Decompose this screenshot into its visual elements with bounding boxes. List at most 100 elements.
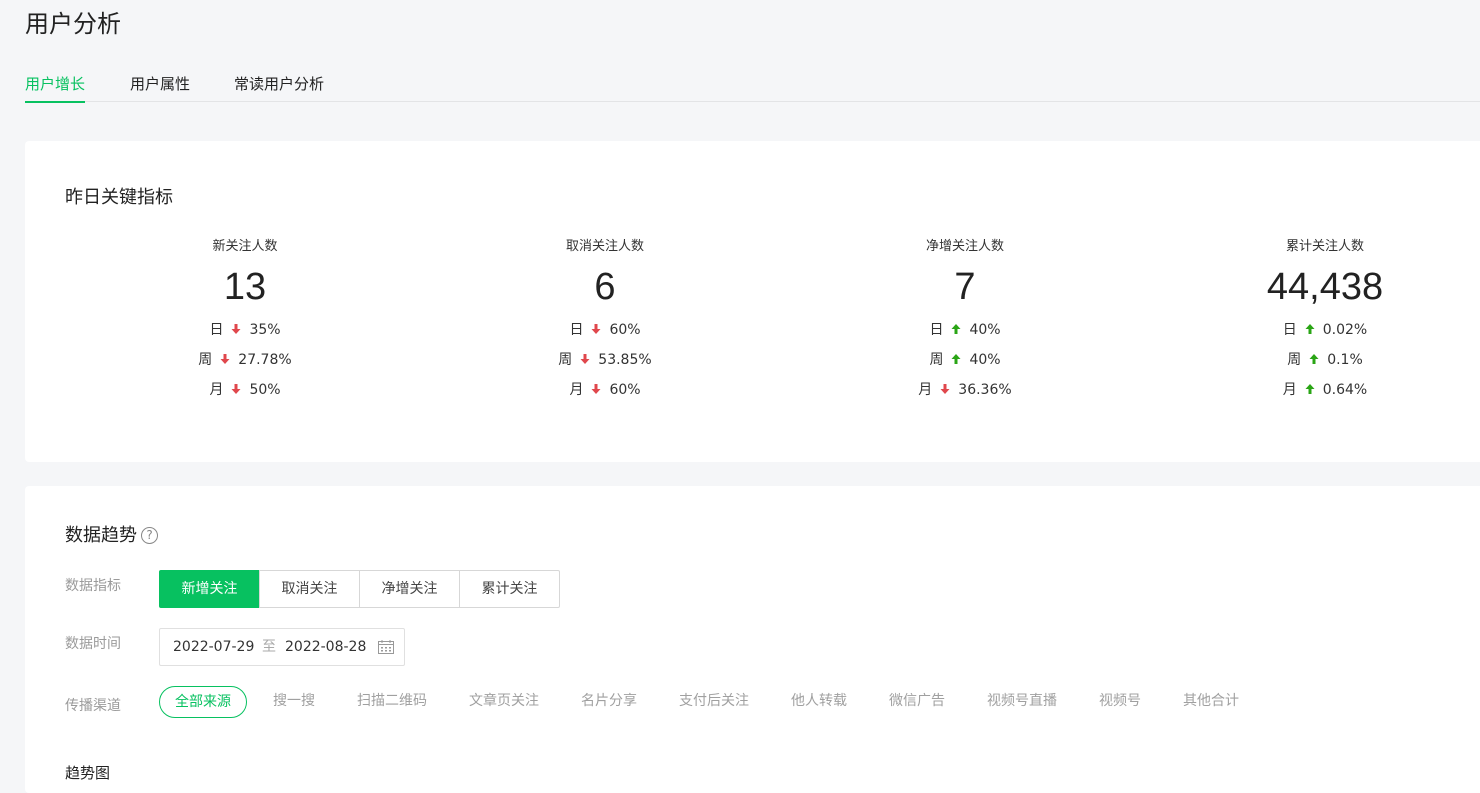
kpi-changes: 日 60% 周 53.85% 月 60% — [455, 315, 755, 405]
data-trend-title: 数据趋势? — [65, 523, 158, 549]
period-label: 周 — [1287, 352, 1302, 368]
arrow-down-icon — [231, 324, 241, 334]
change-value: 27.78% — [238, 352, 292, 368]
help-icon[interactable]: ? — [141, 527, 158, 544]
arrow-up-icon — [1309, 354, 1319, 364]
arrow-up-icon — [1305, 324, 1315, 334]
tab-frequent-readers[interactable]: 常读用户分析 — [234, 72, 324, 102]
metric-option-unfollow[interactable]: 取消关注 — [259, 570, 360, 608]
kpi-change-week: 周 0.1% — [1175, 345, 1475, 375]
change-value: 40% — [969, 322, 1001, 338]
channel-others-total[interactable]: 其他合计 — [1183, 686, 1239, 718]
key-metrics-title: 昨日关键指标 — [65, 187, 173, 208]
change-value: 0.02% — [1322, 322, 1368, 338]
kpi-value: 7 — [954, 266, 976, 308]
user-analysis-page: 用户分析 用户增长 用户属性 常读用户分析 昨日关键指标 新关注人数 13 日 35%… — [0, 0, 1480, 793]
metric-option-total-follow[interactable]: 累计关注 — [459, 570, 560, 608]
channel-wechat-ads[interactable]: 微信广告 — [889, 686, 945, 718]
kpi-change-month: 月 0.64% — [1175, 375, 1475, 405]
tab-user-attributes[interactable]: 用户属性 — [130, 72, 190, 102]
kpi-change-day: 日 35% — [95, 315, 395, 345]
kpi-label: 净增关注人数 — [925, 239, 1004, 254]
kpi-new-follow: 新关注人数 13 日 35% 周 27.78% 月 50% — [95, 237, 395, 405]
arrow-down-icon — [940, 384, 950, 394]
kpi-change-month: 月 50% — [95, 375, 395, 405]
kpi-label: 新关注人数 — [212, 239, 278, 254]
period-label: 日 — [929, 322, 944, 338]
data-trend-title-text: 数据趋势 — [65, 525, 137, 546]
arrow-up-icon — [951, 324, 961, 334]
period-label: 日 — [1282, 322, 1297, 338]
period-label: 月 — [569, 382, 584, 398]
arrow-up-icon — [1305, 384, 1315, 394]
key-metrics-card: 昨日关键指标 新关注人数 13 日 35% 周 27.78% 月 50% 取消关注人数 6 日 60%… — [25, 141, 1480, 462]
kpi-label: 累计关注人数 — [1285, 239, 1364, 254]
change-value: 0.1% — [1327, 352, 1363, 368]
kpi-change-week: 周 53.85% — [455, 345, 755, 375]
trend-chart-title: 趋势图 — [65, 764, 111, 782]
period-label: 周 — [929, 352, 944, 368]
kpi-change-day: 日 40% — [815, 315, 1115, 345]
date-separator: 至 — [262, 639, 276, 655]
kpi-net-follow: 净增关注人数 7 日 40% 周 40% 月 36.36% — [815, 237, 1115, 405]
metric-label: 数据指标 — [65, 578, 121, 594]
kpi-changes: 日 0.02% 周 0.1% 月 0.64% — [1175, 315, 1475, 405]
change-value: 60% — [609, 322, 641, 338]
change-value: 60% — [609, 382, 641, 398]
arrow-down-icon — [591, 324, 601, 334]
channel-card-share[interactable]: 名片分享 — [581, 686, 637, 718]
period-label: 周 — [198, 352, 213, 368]
change-value: 40% — [969, 352, 1001, 368]
change-value: 0.64% — [1322, 382, 1368, 398]
change-value: 35% — [249, 322, 281, 338]
metric-option-new-follow[interactable]: 新增关注 — [159, 570, 260, 608]
arrow-down-icon — [591, 384, 601, 394]
change-value: 50% — [249, 382, 281, 398]
kpi-label: 取消关注人数 — [565, 239, 644, 254]
kpi-total-follow: 累计关注人数 44,438 日 0.02% 周 0.1% 月 0.64% — [1175, 237, 1475, 405]
period-label: 月 — [1282, 382, 1297, 398]
kpi-change-day: 日 0.02% — [1175, 315, 1475, 345]
kpi-changes: 日 40% 周 40% 月 36.36% — [815, 315, 1115, 405]
change-value: 36.36% — [958, 382, 1012, 398]
kpi-value: 13 — [223, 266, 267, 308]
tab-user-growth[interactable]: 用户增长 — [25, 72, 86, 103]
page-title: 用户分析 — [25, 10, 121, 38]
arrow-down-icon — [220, 354, 230, 364]
period-label: 周 — [558, 352, 573, 368]
channel-repost[interactable]: 他人转载 — [791, 686, 847, 718]
channel-channels-live[interactable]: 视频号直播 — [987, 686, 1057, 718]
date-range-picker[interactable]: 2022-07-29 至 2022-08-28 — [159, 628, 405, 666]
period-label: 日 — [209, 322, 224, 338]
kpi-change-month: 月 36.36% — [815, 375, 1115, 405]
channel-search[interactable]: 搜一搜 — [273, 686, 315, 718]
change-value: 53.85% — [598, 352, 652, 368]
arrow-down-icon — [231, 384, 241, 394]
channel-all-sources[interactable]: 全部来源 — [159, 686, 247, 718]
kpi-value: 44,438 — [1266, 266, 1384, 308]
kpi-change-month: 月 60% — [455, 375, 755, 405]
data-trend-card: 数据趋势? 数据指标 新增关注 取消关注 净增关注 累计关注 数据时间 2022… — [25, 486, 1480, 793]
channel-article-follow[interactable]: 文章页关注 — [469, 686, 539, 718]
metric-option-net-follow[interactable]: 净增关注 — [359, 570, 460, 608]
channel-after-payment[interactable]: 支付后关注 — [679, 686, 749, 718]
kpi-unfollow: 取消关注人数 6 日 60% 周 53.85% 月 60% — [455, 237, 755, 405]
kpi-changes: 日 35% 周 27.78% 月 50% — [95, 315, 395, 405]
metric-selector: 新增关注 取消关注 净增关注 累计关注 — [159, 570, 560, 608]
period-label: 日 — [569, 322, 584, 338]
kpi-change-day: 日 60% — [455, 315, 755, 345]
date-end[interactable]: 2022-08-28 — [285, 629, 366, 665]
kpi-change-week: 周 27.78% — [95, 345, 395, 375]
period-label: 月 — [918, 382, 933, 398]
period-label: 月 — [209, 382, 224, 398]
time-label: 数据时间 — [65, 636, 121, 652]
kpi-value: 6 — [594, 266, 616, 308]
channel-label: 传播渠道 — [65, 698, 121, 714]
arrow-up-icon — [951, 354, 961, 364]
channel-qr-scan[interactable]: 扫描二维码 — [357, 686, 427, 718]
kpi-change-week: 周 40% — [815, 345, 1115, 375]
arrow-down-icon — [580, 354, 590, 364]
channel-channels[interactable]: 视频号 — [1099, 686, 1141, 718]
calendar-icon[interactable] — [378, 640, 394, 654]
date-start[interactable]: 2022-07-29 — [173, 629, 254, 665]
